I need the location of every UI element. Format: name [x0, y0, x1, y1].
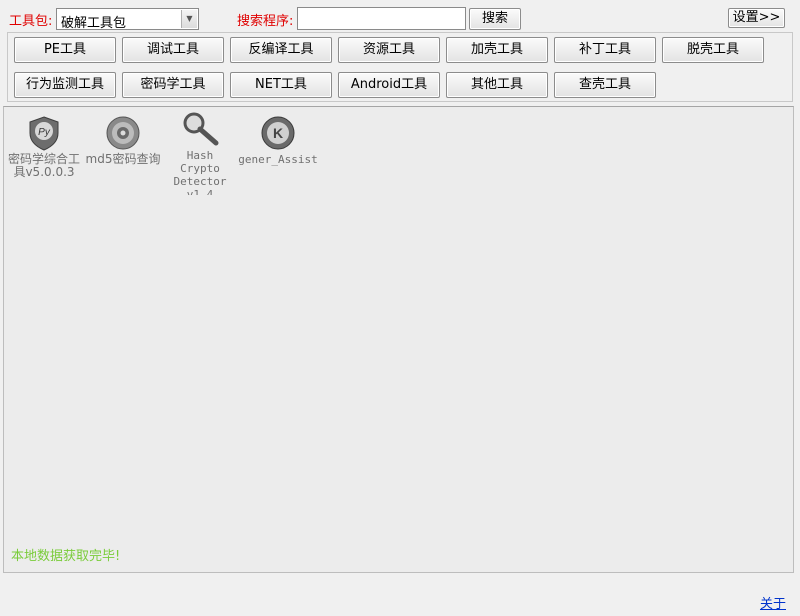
svg-text:Py: Py: [38, 127, 51, 138]
category-detect-button[interactable]: 查壳工具: [554, 72, 656, 98]
py-shield-icon: Py: [29, 116, 59, 151]
search-button[interactable]: 搜索: [469, 8, 521, 30]
tool-item[interactable]: Py 密码学综合工具v5.0.0.3: [8, 115, 80, 179]
search-label: 搜索程序:: [237, 14, 294, 29]
category-packer-button[interactable]: 加壳工具: [446, 37, 548, 63]
status-text: 本地数据获取完毕!: [11, 549, 121, 564]
toolkit-label: 工具包:: [9, 14, 53, 29]
svg-text:K: K: [273, 125, 283, 141]
search-input[interactable]: [297, 7, 466, 30]
tool-name: Hash Crypto Detector v1.4: [173, 149, 227, 195]
category-resource-button[interactable]: 资源工具: [338, 37, 440, 63]
tool-name: md5密码查询: [85, 152, 161, 166]
category-decompile-button[interactable]: 反编译工具: [230, 37, 332, 63]
category-crypto-button[interactable]: 密码学工具: [122, 72, 224, 98]
category-net-button[interactable]: NET工具: [230, 72, 332, 98]
toolkit-select-value: 破解工具包: [61, 16, 127, 31]
category-other-button[interactable]: 其他工具: [446, 72, 548, 98]
toolkit-select[interactable]: 破解工具包 ▼: [56, 8, 199, 31]
tool-name: gener_Assist: [238, 153, 318, 166]
magnifier-icon: [183, 112, 219, 146]
tool-name: 密码学综合工具v5.0.0.3: [8, 152, 81, 179]
category-pe-button[interactable]: PE工具: [14, 37, 116, 63]
k-circle-icon: K: [261, 116, 295, 150]
tool-list-panel: Py 密码学综合工具v5.0.0.3 md5密码查询 Hash Crypto D…: [3, 106, 794, 573]
tool-item[interactable]: K gener_Assist: [236, 115, 320, 166]
category-debug-button[interactable]: 调试工具: [122, 37, 224, 63]
category-behavior-button[interactable]: 行为监测工具: [14, 72, 116, 98]
chevron-down-icon[interactable]: ▼: [181, 10, 197, 28]
md5-disc-icon: [106, 116, 140, 150]
about-link[interactable]: 关于: [760, 593, 786, 612]
category-android-button[interactable]: Android工具: [338, 72, 440, 98]
tool-item[interactable]: md5密码查询: [84, 115, 162, 166]
category-panel: PE工具 调试工具 反编译工具 资源工具 加壳工具 补丁工具 脱壳工具 行为监测…: [7, 32, 793, 102]
category-patch-button[interactable]: 补丁工具: [554, 37, 656, 63]
settings-button[interactable]: 设置>>: [728, 8, 785, 28]
category-unpacker-button[interactable]: 脱壳工具: [662, 37, 764, 63]
top-toolbar: 工具包: 破解工具包 ▼ 搜索程序: 搜索 设置>>: [0, 0, 800, 32]
tool-item[interactable]: Hash Crypto Detector v1.4: [170, 111, 230, 195]
